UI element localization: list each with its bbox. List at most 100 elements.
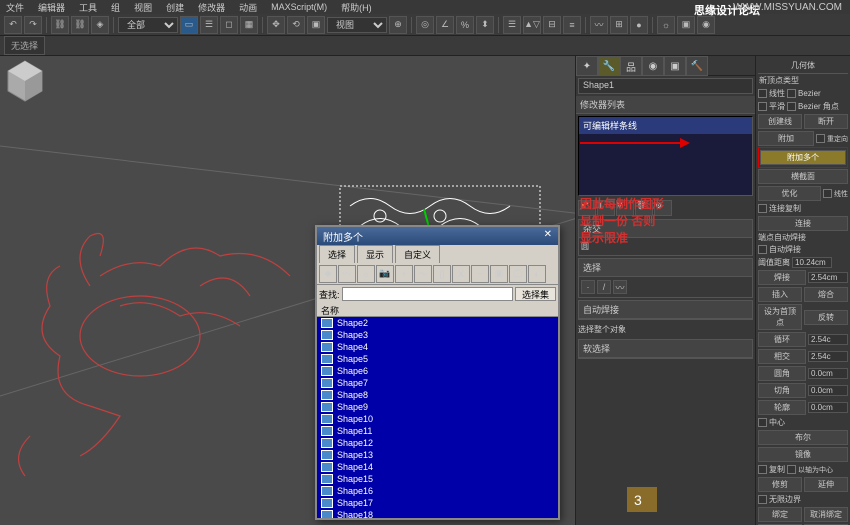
auto-weld-rollout[interactable]: 自动焊接	[579, 301, 752, 319]
window-crossing-button[interactable]: ▦	[240, 16, 258, 34]
motion-tab[interactable]: ◉	[642, 56, 664, 76]
render-frame-button[interactable]: ▣	[677, 16, 695, 34]
dialog-list-item[interactable]: Shape18	[317, 509, 558, 518]
scale-button[interactable]: ▣	[307, 16, 325, 34]
select-button[interactable]: ▭	[180, 16, 198, 34]
copy-check[interactable]	[758, 465, 767, 474]
dialog-list-item[interactable]: Shape8	[317, 389, 558, 401]
bezier-radio[interactable]	[787, 89, 796, 98]
dialog-list-item[interactable]: Shape13	[317, 449, 558, 461]
hierarchy-tab[interactable]: 品	[620, 56, 642, 76]
reorient-check[interactable]	[816, 134, 825, 143]
render-button[interactable]: ◉	[697, 16, 715, 34]
fuse-button[interactable]: 熔合	[804, 287, 848, 302]
cycle-input[interactable]	[808, 334, 848, 345]
named-sel-button[interactable]: ☰	[503, 16, 521, 34]
vertex-subobj[interactable]: ·	[581, 280, 595, 294]
menu-file[interactable]: 文件	[6, 1, 24, 14]
create-line-button[interactable]: 创建线	[758, 114, 802, 129]
display-tab[interactable]: ▣	[664, 56, 686, 76]
dlg-filter-space[interactable]: 〜	[414, 265, 432, 283]
redo-button[interactable]: ↷	[24, 16, 42, 34]
dlg-filter-helper[interactable]: +	[395, 265, 413, 283]
menu-create[interactable]: 创建	[166, 1, 184, 14]
undo-button[interactable]: ↶	[4, 16, 22, 34]
threshold-input[interactable]	[792, 257, 832, 268]
selection-rollout[interactable]: 选择	[579, 259, 752, 277]
crossinsert-button[interactable]: 相交	[758, 349, 806, 364]
boolean-button[interactable]: 布尔	[758, 430, 848, 445]
fillet-button[interactable]: 圆角	[758, 366, 806, 381]
attach-button[interactable]: 附加	[758, 131, 814, 146]
spinner-snap-button[interactable]: ⬍	[476, 16, 494, 34]
insert-button[interactable]: 插入	[758, 287, 802, 302]
dlg-filter-xref[interactable]: X	[452, 265, 470, 283]
cross-section-button[interactable]: 横截面	[758, 169, 848, 184]
dlg-filter-light[interactable]: ☼	[357, 265, 375, 283]
dialog-list-item[interactable]: Shape12	[317, 437, 558, 449]
dialog-list-item[interactable]: Shape15	[317, 473, 558, 485]
dialog-titlebar[interactable]: 附加多个 ✕	[317, 227, 558, 245]
link-button[interactable]: ⛓	[51, 16, 69, 34]
crossinsert-input[interactable]	[808, 351, 848, 362]
view-cube[interactable]	[0, 56, 50, 106]
menu-group[interactable]: 组	[111, 1, 120, 14]
curve-editor-button[interactable]: 〰	[590, 16, 608, 34]
dialog-selset-button[interactable]: 选择集	[515, 287, 556, 301]
percent-snap-button[interactable]: %	[456, 16, 474, 34]
dialog-list-item[interactable]: Shape2	[317, 317, 558, 329]
dlg-filter-invert[interactable]: ◐	[528, 265, 546, 283]
weld-button[interactable]: 焊接	[758, 270, 806, 285]
dialog-list-item[interactable]: Shape10	[317, 413, 558, 425]
connect-copy-check[interactable]	[758, 204, 767, 213]
extend-button[interactable]: 延伸	[804, 477, 848, 492]
dlg-filter-bone[interactable]: ⎯	[471, 265, 489, 283]
selection-filter[interactable]: 全部	[118, 17, 178, 33]
modifier-stack-item[interactable]: 可编辑样条线	[579, 117, 752, 134]
dialog-list-item[interactable]: Shape3	[317, 329, 558, 341]
dlg-filter-cam[interactable]: 📷	[376, 265, 394, 283]
menu-help[interactable]: 帮助(H)	[341, 1, 372, 14]
bind-button2[interactable]: 绑定	[758, 507, 802, 522]
trim-button[interactable]: 修剪	[758, 477, 802, 492]
dialog-list-item[interactable]: Shape9	[317, 401, 558, 413]
soft-sel-rollout[interactable]: 软选择	[579, 340, 752, 358]
dlg-filter-all[interactable]: ▣	[490, 265, 508, 283]
dialog-tab-display[interactable]: 显示	[357, 245, 393, 263]
modify-tab[interactable]: 🔧	[598, 56, 620, 76]
dialog-shape-list[interactable]: Shape2Shape3Shape4Shape5Shape6Shape7Shap…	[317, 317, 558, 518]
cycle-button[interactable]: 循环	[758, 332, 806, 347]
dialog-search-input[interactable]	[342, 287, 513, 301]
bezier-corner-radio[interactable]	[787, 102, 796, 111]
layer-button[interactable]: ≡	[563, 16, 581, 34]
smooth-radio[interactable]	[758, 102, 767, 111]
move-button[interactable]: ✥	[267, 16, 285, 34]
modifier-list-label[interactable]: 修改器列表	[576, 96, 755, 114]
bind-button[interactable]: ◈	[91, 16, 109, 34]
dialog-list-item[interactable]: Shape17	[317, 497, 558, 509]
dialog-list-item[interactable]: Shape5	[317, 353, 558, 365]
make-first-button[interactable]: 设为首顶点	[758, 304, 802, 330]
spline-subobj[interactable]: 〰	[613, 280, 627, 294]
rotate-button[interactable]: ⟲	[287, 16, 305, 34]
outline-input[interactable]	[808, 402, 848, 413]
mirror-button2[interactable]: 镜像	[758, 447, 848, 462]
reverse-button[interactable]: 反转	[804, 310, 848, 325]
outline-button[interactable]: 轮廓	[758, 400, 806, 415]
menu-modifier[interactable]: 修改器	[198, 1, 225, 14]
snap-button[interactable]: ◎	[416, 16, 434, 34]
select-name-button[interactable]: ☰	[200, 16, 218, 34]
menu-anim[interactable]: 动画	[239, 1, 257, 14]
mirror-button[interactable]: ▲▽	[523, 16, 541, 34]
modifier-stack[interactable]: 可编辑样条线	[578, 116, 753, 196]
create-tab[interactable]: ✦	[576, 56, 598, 76]
unbind-button[interactable]: 取消绑定	[804, 507, 848, 522]
menu-tools[interactable]: 工具	[79, 1, 97, 14]
dlg-filter-group[interactable]: []	[433, 265, 451, 283]
menu-view[interactable]: 视图	[134, 1, 152, 14]
pivot-check[interactable]	[787, 465, 796, 474]
unlink-button[interactable]: ⛓	[71, 16, 89, 34]
dlg-filter-geom[interactable]: ◆	[319, 265, 337, 283]
auto-weld-check[interactable]	[758, 245, 767, 254]
object-name-field[interactable]: Shape1	[578, 78, 753, 94]
